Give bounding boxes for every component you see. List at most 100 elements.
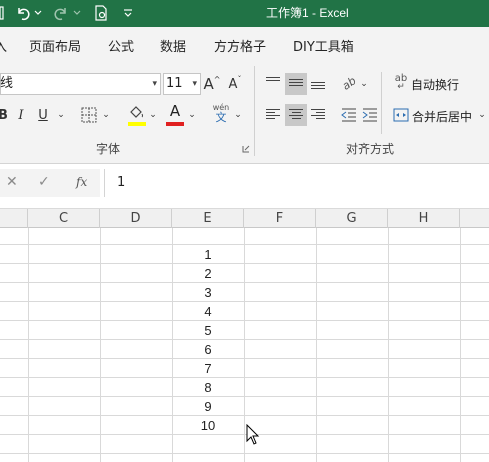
- cell-e-value[interactable]: 6: [172, 341, 244, 359]
- formula-bar: ✕ ✓ fx 1: [0, 164, 489, 208]
- underline-button[interactable]: U: [36, 104, 50, 126]
- tab-formulas[interactable]: 公式: [108, 36, 134, 55]
- tab-fangfang-gezi[interactable]: 方方格子: [214, 36, 266, 55]
- cell-grid[interactable]: 1 2 3 4 5 6 7 8 9 10: [0, 228, 489, 462]
- borders-button[interactable]: [80, 106, 98, 124]
- shrink-font-button[interactable]: Aˇ: [226, 73, 244, 95]
- column-header-f[interactable]: F: [244, 209, 316, 228]
- customize-quick-access-icon[interactable]: [120, 4, 136, 22]
- wrap-text-button[interactable]: 自动换行: [411, 76, 459, 93]
- dialog-launcher-icon: [242, 145, 250, 153]
- font-group-label: 字体: [96, 142, 121, 156]
- bold-icon: B: [0, 107, 8, 123]
- column-header-h[interactable]: H: [388, 209, 460, 228]
- top-align-button[interactable]: [264, 74, 282, 94]
- cell-e-value[interactable]: 2: [172, 265, 244, 283]
- cell-e-value[interactable]: 10: [172, 417, 244, 435]
- column-headers: C D E F G H: [0, 208, 489, 228]
- font-size-select[interactable]: 11 ▾: [163, 73, 201, 95]
- cell-e-value[interactable]: 7: [172, 360, 244, 378]
- increase-indent-button[interactable]: [361, 105, 379, 125]
- middle-align-icon: [289, 79, 303, 86]
- top-align-icon: [266, 77, 280, 84]
- cell-e-value[interactable]: 5: [172, 322, 244, 340]
- decrease-indent-button[interactable]: [340, 105, 358, 125]
- grow-font-icon: A: [203, 75, 214, 93]
- font-color-icon: A: [169, 102, 181, 120]
- undo-dropdown-icon[interactable]: [33, 4, 43, 22]
- decrease-indent-icon: [341, 108, 356, 122]
- undo-icon[interactable]: [14, 4, 32, 22]
- gridline: [0, 301, 489, 302]
- cell-e-value[interactable]: 1: [172, 246, 244, 264]
- borders-dropdown[interactable]: ⌄: [101, 104, 111, 126]
- gridline: [0, 339, 489, 340]
- gridline: [0, 263, 489, 264]
- cell-e-value[interactable]: 3: [172, 284, 244, 302]
- merge-center-dropdown[interactable]: ⌄: [477, 104, 487, 126]
- column-header-d[interactable]: D: [100, 209, 172, 228]
- phonetic-dropdown[interactable]: ⌄: [233, 104, 243, 126]
- bottom-align-button[interactable]: [309, 74, 327, 94]
- fill-color-dropdown[interactable]: ⌄: [148, 104, 158, 126]
- gridline: [0, 396, 489, 397]
- paint-bucket-icon: [130, 106, 143, 118]
- save-icon[interactable]: [0, 4, 6, 22]
- column-header-c[interactable]: C: [28, 209, 100, 228]
- formula-input[interactable]: 1: [104, 169, 489, 197]
- wrap-text-icon: ab ↵: [392, 72, 410, 94]
- font-color-button[interactable]: A: [166, 102, 184, 120]
- fill-color-swatch: [128, 122, 146, 126]
- print-preview-icon[interactable]: [92, 4, 110, 22]
- mouse-pointer-icon: [246, 424, 260, 445]
- font-name-select[interactable]: 等线 ▾: [0, 73, 161, 95]
- fill-color-button[interactable]: [127, 104, 145, 122]
- tab-page-layout[interactable]: 页面布局: [29, 36, 81, 55]
- merge-center-icon: [392, 106, 410, 124]
- column-header-partial[interactable]: [0, 209, 28, 228]
- align-left-button[interactable]: [264, 105, 282, 125]
- align-right-button[interactable]: [309, 105, 327, 125]
- font-color-swatch: [166, 122, 184, 126]
- redo-icon[interactable]: [52, 4, 70, 22]
- italic-icon: I: [18, 107, 24, 123]
- chevron-down-icon: ▾: [192, 79, 197, 89]
- align-right-icon: [311, 109, 325, 119]
- increase-indent-icon: [362, 108, 377, 122]
- column-header-e[interactable]: E: [172, 209, 244, 228]
- column-header-g[interactable]: G: [316, 209, 388, 228]
- orientation-dropdown[interactable]: ⌄: [359, 74, 369, 94]
- bold-button[interactable]: B: [0, 104, 8, 126]
- gridline: [0, 434, 489, 435]
- gridline: [0, 358, 489, 359]
- grow-font-button[interactable]: A ^: [203, 73, 221, 95]
- cell-e-value[interactable]: 8: [172, 379, 244, 397]
- chevron-down-icon: ⌄: [149, 110, 157, 120]
- enter-icon[interactable]: ✓: [38, 174, 50, 190]
- italic-button[interactable]: I: [14, 104, 28, 126]
- orientation-icon: ab: [339, 73, 359, 93]
- font-dialog-launcher[interactable]: [241, 144, 251, 154]
- insert-function-icon[interactable]: fx: [76, 175, 87, 189]
- chevron-down-icon: ⌄: [360, 79, 368, 89]
- gridline: [0, 282, 489, 283]
- tab-diy-toolbox[interactable]: DIY工具箱: [293, 36, 354, 55]
- cell-e-value[interactable]: 4: [172, 303, 244, 321]
- ribbon-home: 等线 ▾ 11 ▾ A^ Aˇ B I U ⌄ ⌄: [0, 62, 489, 164]
- tab-data[interactable]: 数据: [160, 36, 186, 55]
- chevron-down-icon: ▾: [152, 79, 157, 89]
- phonetic-button[interactable]: wén 文: [210, 102, 232, 126]
- font-size-value: 11: [166, 76, 183, 91]
- merge-center-button[interactable]: 合并后居中: [412, 108, 472, 125]
- font-color-dropdown[interactable]: ⌄: [187, 104, 197, 126]
- borders-icon: [81, 107, 97, 123]
- underline-dropdown[interactable]: ⌄: [56, 104, 66, 126]
- group-divider: [381, 72, 382, 134]
- middle-align-button[interactable]: [285, 73, 307, 95]
- align-center-button[interactable]: [285, 104, 307, 126]
- chevron-down-icon: ⌄: [102, 110, 110, 120]
- redo-dropdown-icon[interactable]: [72, 4, 82, 22]
- cell-e-value[interactable]: 9: [172, 398, 244, 416]
- tab-insert-partial[interactable]: 入: [0, 36, 7, 55]
- cancel-icon[interactable]: ✕: [6, 174, 18, 190]
